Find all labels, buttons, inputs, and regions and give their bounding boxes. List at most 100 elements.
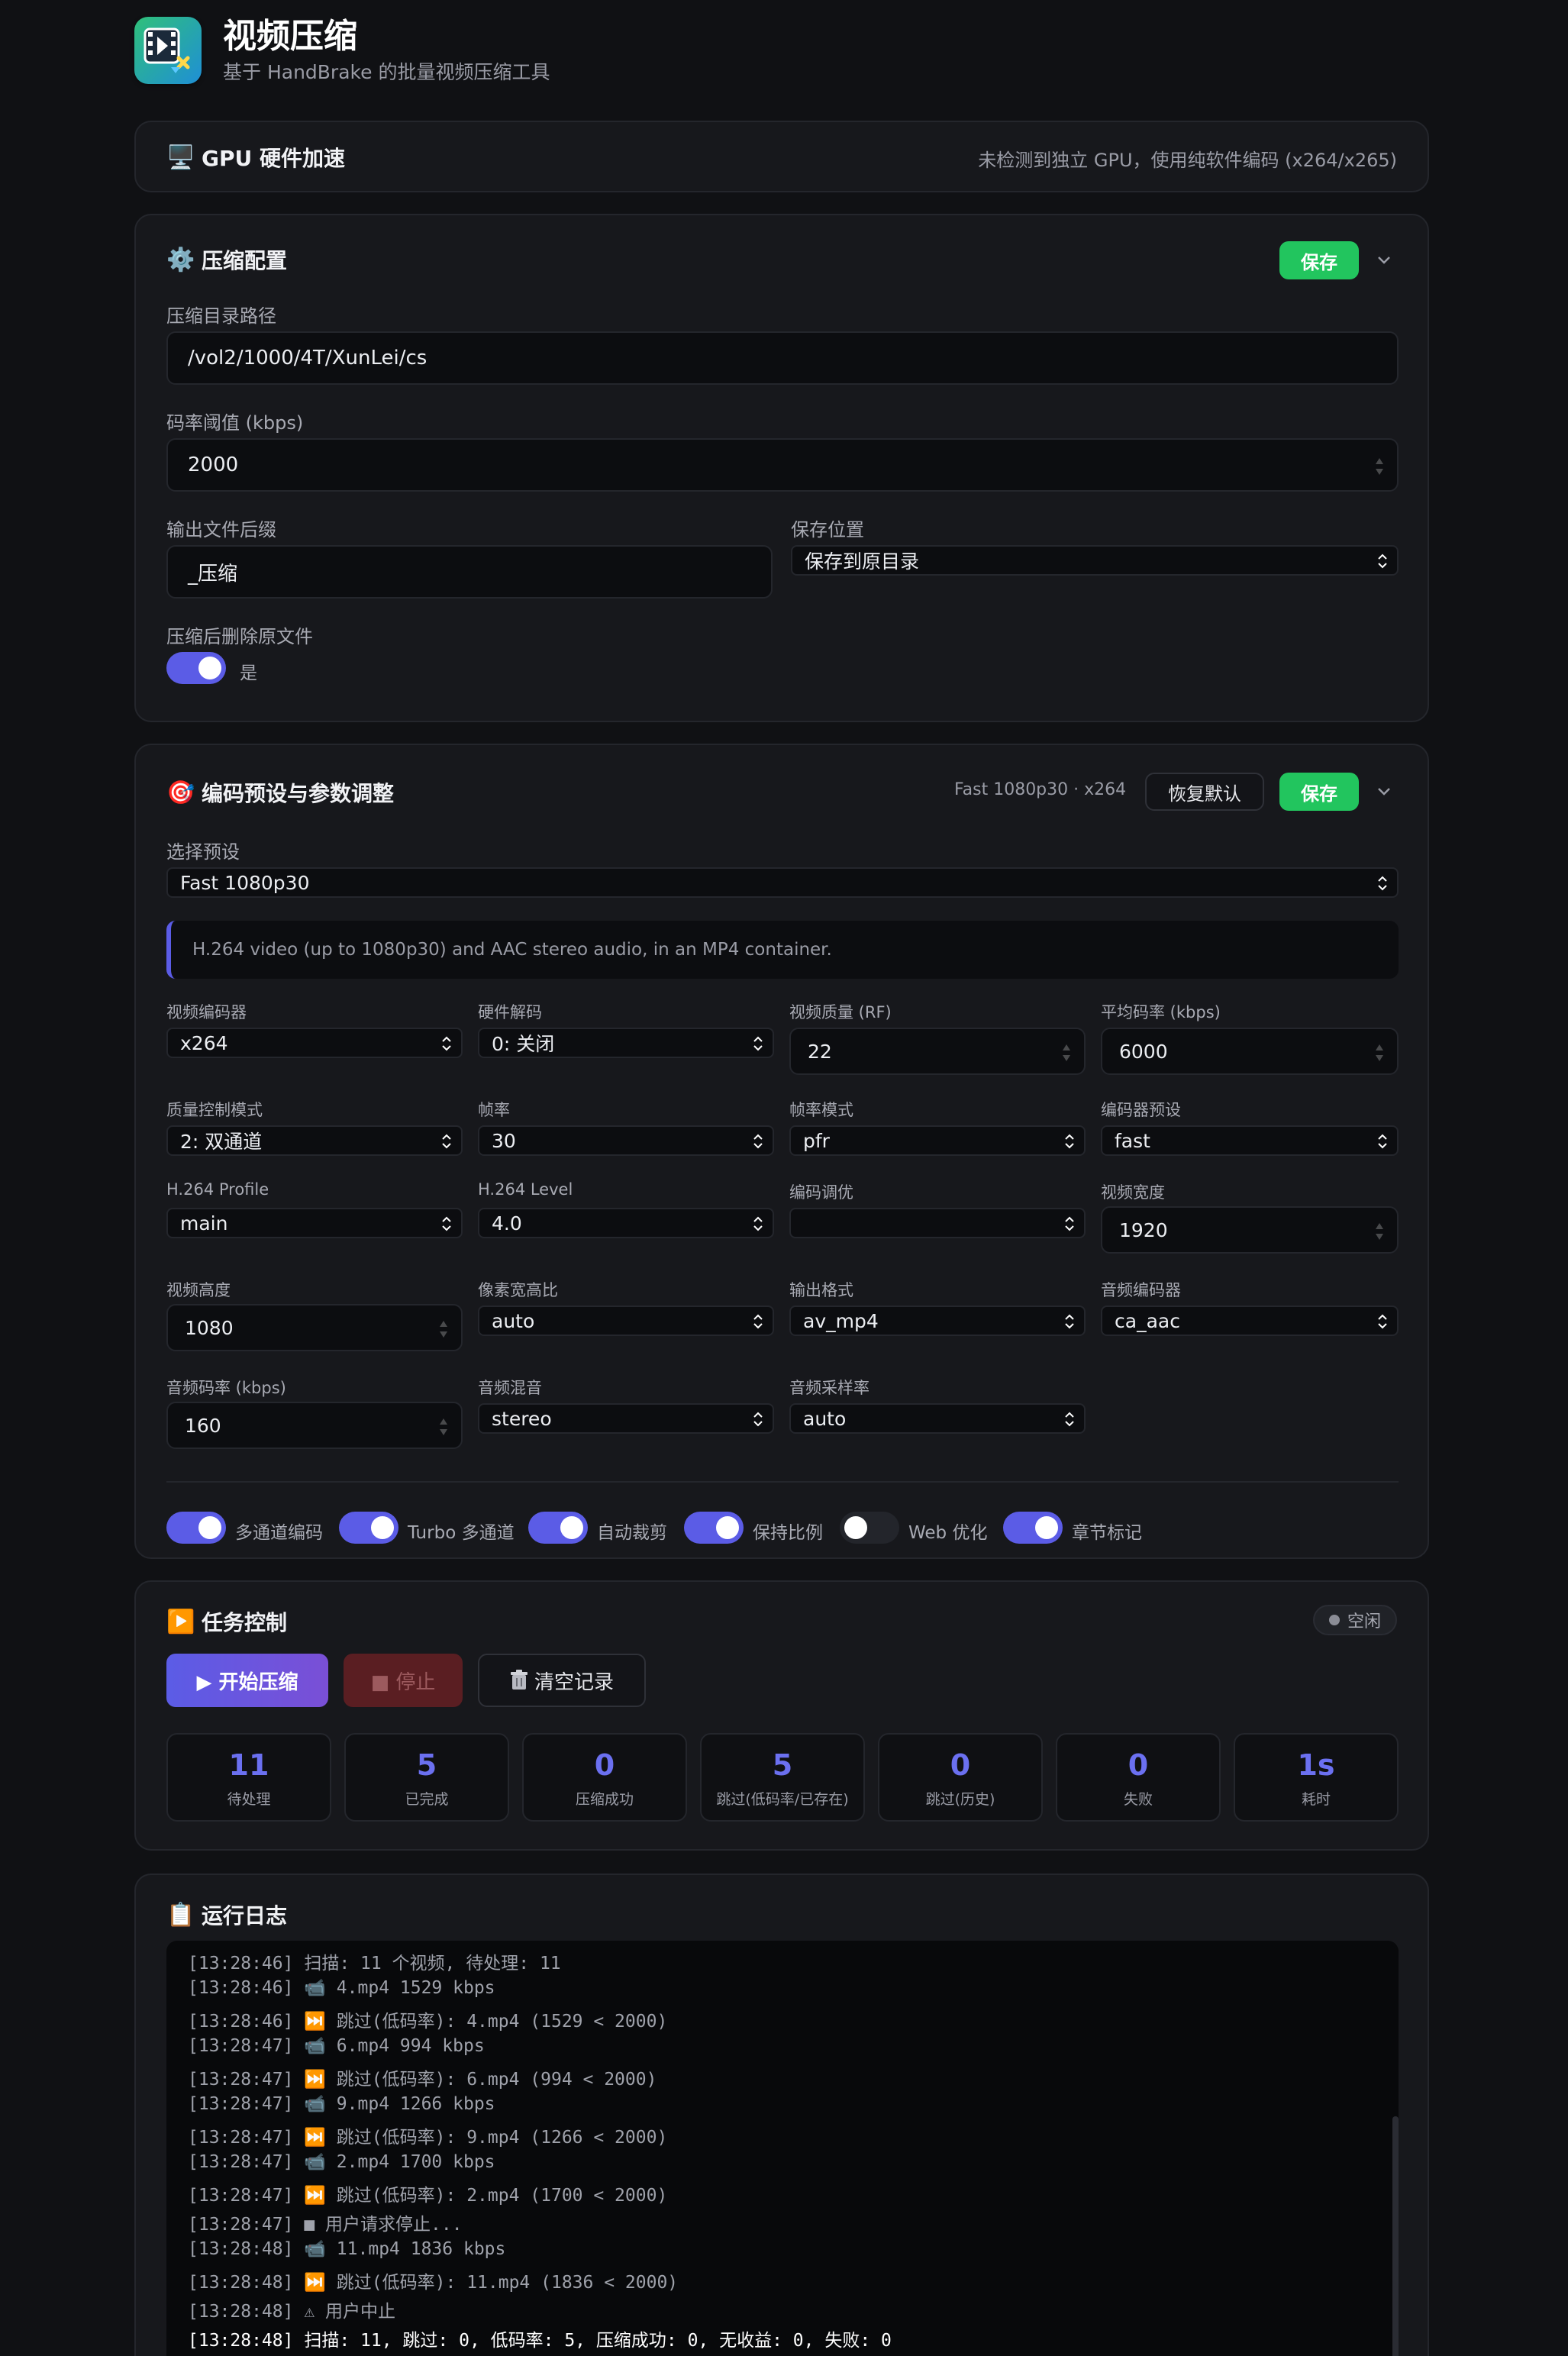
profile-select[interactable]: main	[166, 1208, 463, 1238]
quality-mode-select[interactable]: 2: 双通道	[166, 1125, 463, 1156]
clear-records-button[interactable]: 清空记录	[478, 1654, 646, 1707]
number-spinner-icon[interactable]	[1374, 1043, 1385, 1063]
stat-value: 1s	[1297, 1748, 1335, 1782]
input-value: 1080	[185, 1316, 234, 1339]
select-value: ca_aac	[1115, 1309, 1180, 1332]
encoder-preset-select[interactable]: fast	[1101, 1125, 1399, 1156]
gear-icon: ⚙️	[166, 246, 195, 273]
config-save-button[interactable]: 保存	[1279, 241, 1359, 279]
chevron-down-icon[interactable]	[1373, 249, 1395, 272]
web-optimize-toggle[interactable]	[840, 1512, 899, 1544]
preset-description: H.264 video (up to 1080p30) and AAC ster…	[166, 921, 1399, 979]
select-arrows-icon	[753, 1412, 763, 1427]
preset-select[interactable]: Fast 1080p30	[166, 867, 1399, 898]
video-width-input[interactable]: 1920	[1101, 1206, 1399, 1254]
location-select-value: 保存到原目录	[805, 550, 920, 573]
number-spinner-icon[interactable]	[438, 1319, 449, 1339]
task-card-title: ▶️ 任务控制	[166, 1606, 287, 1637]
field-label: H.264 Level	[478, 1180, 573, 1199]
field-label: 音频混音	[478, 1379, 542, 1397]
select-arrows-icon	[1065, 1134, 1074, 1149]
delete-original-toggle[interactable]	[166, 652, 226, 684]
chevron-down-icon[interactable]	[1373, 780, 1395, 803]
format-select[interactable]: av_mp4	[789, 1305, 1086, 1336]
framerate-select[interactable]: 30	[478, 1125, 774, 1156]
log-scrollbar[interactable]	[1392, 2116, 1399, 2356]
log-line: [13:28:47] 📹 6.mp4 994 kbps	[188, 2036, 485, 2056]
avg-bitrate-input[interactable]: 6000	[1101, 1028, 1399, 1075]
number-spinner-icon[interactable]	[1374, 457, 1385, 476]
reset-defaults-button[interactable]: 恢复默认	[1145, 773, 1264, 811]
hw-decode-select[interactable]: 0: 关闭	[478, 1028, 774, 1058]
stop-button[interactable]: ■ 停止	[344, 1654, 463, 1707]
start-compress-button[interactable]: ▶ 开始压缩	[166, 1654, 328, 1707]
number-spinner-icon[interactable]	[1061, 1043, 1072, 1063]
field-label: 帧率模式	[789, 1101, 853, 1119]
audio-rate-select[interactable]: auto	[789, 1403, 1086, 1434]
video-encoder-select[interactable]: x264	[166, 1028, 463, 1058]
log-line: [13:28:47] ⏭️ 跳过(低码率): 6.mp4 (994 < 2000…	[188, 2070, 657, 2090]
autocrop-toggle[interactable]	[528, 1512, 588, 1544]
field-label: H.264 Profile	[166, 1180, 269, 1199]
select-arrows-icon	[753, 1216, 763, 1231]
select-value: 2: 双通道	[180, 1131, 263, 1153]
select-value: auto	[492, 1309, 535, 1332]
field-label: 质量控制模式	[166, 1101, 263, 1119]
field-label: 视频编码器	[166, 1003, 247, 1021]
stat-label: 压缩成功	[575, 1791, 634, 1808]
toggle-label: 多通道编码	[235, 1523, 323, 1543]
dir-input[interactable]: /vol2/1000/4T/XunLei/cs	[166, 331, 1399, 385]
field-label: 音频编码器	[1101, 1281, 1181, 1299]
location-select[interactable]: 保存到原目录	[791, 545, 1399, 576]
preset-save-button[interactable]: 保存	[1279, 773, 1359, 811]
gpu-title-text: GPU 硬件加速	[202, 146, 345, 171]
turbo-toggle[interactable]	[339, 1512, 398, 1544]
keep-aspect-toggle[interactable]	[684, 1512, 744, 1544]
app-title: 视频压缩	[223, 17, 357, 56]
field-label: 像素宽高比	[478, 1281, 558, 1299]
level-select[interactable]: 4.0	[478, 1208, 774, 1238]
select-value: 30	[492, 1129, 516, 1152]
select-arrows-icon	[1065, 1216, 1074, 1231]
audio-bitrate-input[interactable]: 160	[166, 1402, 463, 1449]
toggle-knob	[198, 657, 221, 679]
toggle-label: Turbo 多通道	[408, 1523, 515, 1543]
stat-completed: 5 已完成	[344, 1733, 509, 1822]
toggle-knob	[716, 1516, 739, 1539]
multipass-toggle[interactable]	[166, 1512, 226, 1544]
stat-pending: 11 待处理	[166, 1733, 331, 1822]
gpu-card: 🖥️ GPU 硬件加速 未检测到独立 GPU，使用纯软件编码 (x264/x26…	[134, 121, 1429, 192]
par-select[interactable]: auto	[478, 1305, 774, 1336]
select-value: auto	[803, 1407, 847, 1430]
bitrate-input[interactable]: 2000	[166, 438, 1399, 492]
log-title-text: 运行日志	[202, 1903, 288, 1928]
toggle-label: Web 优化	[908, 1523, 988, 1543]
gpu-card-title: 🖥️ GPU 硬件加速	[166, 142, 345, 173]
number-spinner-icon[interactable]	[1374, 1222, 1385, 1241]
input-value: 160	[185, 1414, 221, 1437]
tune-select[interactable]	[789, 1208, 1086, 1238]
toggle-knob	[1035, 1516, 1058, 1539]
audio-mix-select[interactable]: stereo	[478, 1403, 774, 1434]
chapter-markers-toggle[interactable]	[1003, 1512, 1063, 1544]
stat-elapsed: 1s 耗时	[1234, 1733, 1399, 1822]
log-output[interactable]: [13:28:46] 扫描: 11 个视频, 待处理: 11 [13:28:46…	[166, 1941, 1399, 2356]
quality-rf-input[interactable]: 22	[789, 1028, 1086, 1075]
log-line: [13:28:48] ⚠ 用户中止	[188, 2302, 396, 2322]
gpu-status-text: 未检测到独立 GPU，使用纯软件编码 (x264/x265)	[978, 150, 1397, 171]
audio-encoder-select[interactable]: ca_aac	[1101, 1305, 1399, 1336]
number-spinner-icon[interactable]	[438, 1417, 449, 1437]
select-arrows-icon	[1378, 876, 1387, 891]
dir-input-value: /vol2/1000/4T/XunLei/cs	[188, 347, 427, 370]
log-line: [13:28:47] ■ 用户请求停止...	[188, 2215, 463, 2235]
config-title-text: 压缩配置	[202, 248, 288, 273]
video-height-input[interactable]: 1080	[166, 1304, 463, 1351]
preset-title-text: 编码预设与参数调整	[202, 781, 395, 806]
suffix-input[interactable]: _压缩	[166, 545, 773, 599]
framerate-mode-select[interactable]: pfr	[789, 1125, 1086, 1156]
dir-label: 压缩目录路径	[166, 305, 276, 327]
select-arrows-icon	[1378, 1314, 1387, 1329]
field-label: 输出格式	[789, 1281, 853, 1299]
select-value: x264	[180, 1031, 228, 1054]
location-label: 保存位置	[791, 519, 864, 541]
